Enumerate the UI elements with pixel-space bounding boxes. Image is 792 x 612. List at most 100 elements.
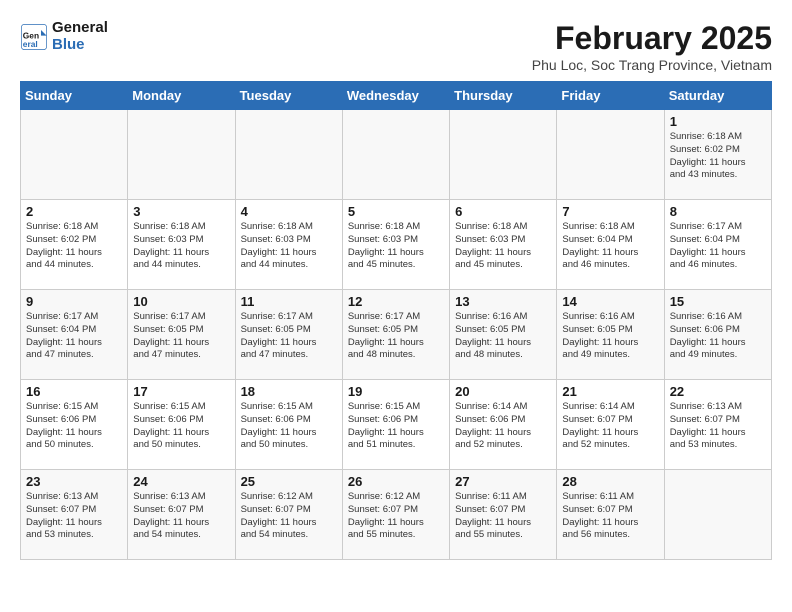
day-info: Sunrise: 6:13 AM Sunset: 6:07 PM Dayligh…	[670, 401, 766, 452]
day-number: 15	[670, 294, 766, 309]
logo: Gen eral General Blue	[20, 20, 108, 53]
day-number: 25	[241, 474, 337, 489]
day-number: 26	[348, 474, 444, 489]
calendar-day-cell: 13Sunrise: 6:16 AM Sunset: 6:05 PM Dayli…	[450, 290, 557, 380]
day-number: 9	[26, 294, 122, 309]
logo-icon: Gen eral	[20, 23, 48, 51]
day-number: 20	[455, 384, 551, 399]
day-info: Sunrise: 6:18 AM Sunset: 6:02 PM Dayligh…	[26, 221, 122, 272]
day-info: Sunrise: 6:16 AM Sunset: 6:06 PM Dayligh…	[670, 311, 766, 362]
weekday-header: Saturday	[664, 82, 771, 110]
calendar-day-cell: 19 Sunrise: 6:15 AM Sunset: 6:06 PM Dayli…	[342, 380, 449, 470]
day-number: 14	[562, 294, 658, 309]
calendar-week-row: 23 Sunrise: 6:13 AM Sunset: 6:07 PM Dayli…	[21, 470, 772, 560]
day-info: Sunrise: 6:15 AM Sunset: 6:06 PM Dayligh…	[348, 401, 444, 452]
day-info: Sunrise: 6:17 AM Sunset: 6:05 PM Dayligh…	[348, 311, 444, 362]
day-number: 2	[26, 204, 122, 219]
weekday-header: Thursday	[450, 82, 557, 110]
day-info: Sunrise: 6:17 AM Sunset: 6:04 PM Dayligh…	[670, 221, 766, 272]
calendar-day-cell: 18 Sunrise: 6:15 AM Sunset: 6:06 PM Dayli…	[235, 380, 342, 470]
day-info: Sunrise: 6:11 AM Sunset: 6:07 PM Dayligh…	[562, 491, 658, 542]
calendar-day-cell: 5Sunrise: 6:18 AM Sunset: 6:03 PM Daylig…	[342, 200, 449, 290]
month-title: February 2025	[532, 20, 772, 57]
calendar-day-cell: 3 Sunrise: 6:18 AM Sunset: 6:03 PM Daylig…	[128, 200, 235, 290]
weekday-header: Wednesday	[342, 82, 449, 110]
calendar-day-cell: 20 Sunrise: 6:14 AM Sunset: 6:06 PM Dayli…	[450, 380, 557, 470]
day-info: Sunrise: 6:15 AM Sunset: 6:06 PM Dayligh…	[133, 401, 229, 452]
calendar-day-cell: 7Sunrise: 6:18 AM Sunset: 6:04 PM Daylig…	[557, 200, 664, 290]
day-number: 18	[241, 384, 337, 399]
title-block: February 2025 Phu Loc, Soc Trang Provinc…	[532, 20, 772, 73]
calendar: SundayMondayTuesdayWednesdayThursdayFrid…	[20, 81, 772, 560]
day-info: Sunrise: 6:13 AM Sunset: 6:07 PM Dayligh…	[133, 491, 229, 542]
day-number: 11	[241, 294, 337, 309]
calendar-day-cell: 28 Sunrise: 6:11 AM Sunset: 6:07 PM Dayli…	[557, 470, 664, 560]
day-info: Sunrise: 6:18 AM Sunset: 6:04 PM Dayligh…	[562, 221, 658, 272]
calendar-day-cell	[235, 110, 342, 200]
calendar-day-cell: 24 Sunrise: 6:13 AM Sunset: 6:07 PM Dayli…	[128, 470, 235, 560]
day-info: Sunrise: 6:14 AM Sunset: 6:07 PM Dayligh…	[562, 401, 658, 452]
calendar-day-cell: 2 Sunrise: 6:18 AM Sunset: 6:02 PM Daylig…	[21, 200, 128, 290]
day-number: 1	[670, 114, 766, 129]
calendar-week-row: 16 Sunrise: 6:15 AM Sunset: 6:06 PM Dayli…	[21, 380, 772, 470]
logo-line2: Blue	[52, 37, 108, 54]
day-number: 27	[455, 474, 551, 489]
day-number: 19	[348, 384, 444, 399]
day-number: 4	[241, 204, 337, 219]
calendar-day-cell: 9 Sunrise: 6:17 AM Sunset: 6:04 PM Daylig…	[21, 290, 128, 380]
day-info: Sunrise: 6:18 AM Sunset: 6:02 PM Dayligh…	[670, 131, 766, 182]
calendar-day-cell	[128, 110, 235, 200]
day-info: Sunrise: 6:11 AM Sunset: 6:07 PM Dayligh…	[455, 491, 551, 542]
weekday-header: Sunday	[21, 82, 128, 110]
calendar-day-cell: 1 Sunrise: 6:18 AM Sunset: 6:02 PM Daylig…	[664, 110, 771, 200]
weekday-header: Tuesday	[235, 82, 342, 110]
calendar-day-cell: 11 Sunrise: 6:17 AM Sunset: 6:05 PM Dayli…	[235, 290, 342, 380]
calendar-day-cell: 12 Sunrise: 6:17 AM Sunset: 6:05 PM Dayli…	[342, 290, 449, 380]
day-number: 21	[562, 384, 658, 399]
calendar-day-cell: 14 Sunrise: 6:16 AM Sunset: 6:05 PM Dayli…	[557, 290, 664, 380]
calendar-week-row: 9 Sunrise: 6:17 AM Sunset: 6:04 PM Daylig…	[21, 290, 772, 380]
day-info: Sunrise: 6:15 AM Sunset: 6:06 PM Dayligh…	[26, 401, 122, 452]
calendar-day-cell: 21 Sunrise: 6:14 AM Sunset: 6:07 PM Dayli…	[557, 380, 664, 470]
calendar-day-cell	[557, 110, 664, 200]
weekday-header: Friday	[557, 82, 664, 110]
calendar-day-cell: 8 Sunrise: 6:17 AM Sunset: 6:04 PM Daylig…	[664, 200, 771, 290]
day-number: 24	[133, 474, 229, 489]
calendar-day-cell: 4 Sunrise: 6:18 AM Sunset: 6:03 PM Daylig…	[235, 200, 342, 290]
day-info: Sunrise: 6:14 AM Sunset: 6:06 PM Dayligh…	[455, 401, 551, 452]
day-number: 8	[670, 204, 766, 219]
day-number: 23	[26, 474, 122, 489]
day-info: Sunrise: 6:17 AM Sunset: 6:04 PM Dayligh…	[26, 311, 122, 362]
day-info: Sunrise: 6:13 AM Sunset: 6:07 PM Dayligh…	[26, 491, 122, 542]
svg-text:eral: eral	[23, 38, 38, 48]
day-number: 16	[26, 384, 122, 399]
day-info: Sunrise: 6:17 AM Sunset: 6:05 PM Dayligh…	[133, 311, 229, 362]
calendar-day-cell: 6Sunrise: 6:18 AM Sunset: 6:03 PM Daylig…	[450, 200, 557, 290]
day-number: 10	[133, 294, 229, 309]
calendar-day-cell	[342, 110, 449, 200]
calendar-week-row: 2 Sunrise: 6:18 AM Sunset: 6:02 PM Daylig…	[21, 200, 772, 290]
page-header: Gen eral General Blue February 2025 Phu …	[20, 20, 772, 73]
day-number: 5	[348, 204, 444, 219]
day-info: Sunrise: 6:15 AM Sunset: 6:06 PM Dayligh…	[241, 401, 337, 452]
day-info: Sunrise: 6:18 AM Sunset: 6:03 PM Dayligh…	[241, 221, 337, 272]
calendar-day-cell: 15 Sunrise: 6:16 AM Sunset: 6:06 PM Dayli…	[664, 290, 771, 380]
day-info: Sunrise: 6:18 AM Sunset: 6:03 PM Dayligh…	[133, 221, 229, 272]
calendar-day-cell: 16 Sunrise: 6:15 AM Sunset: 6:06 PM Dayli…	[21, 380, 128, 470]
calendar-day-cell	[450, 110, 557, 200]
calendar-day-cell: 17 Sunrise: 6:15 AM Sunset: 6:06 PM Dayli…	[128, 380, 235, 470]
day-number: 28	[562, 474, 658, 489]
day-number: 22	[670, 384, 766, 399]
day-number: 12	[348, 294, 444, 309]
calendar-day-cell: 27 Sunrise: 6:11 AM Sunset: 6:07 PM Dayli…	[450, 470, 557, 560]
day-number: 3	[133, 204, 229, 219]
day-number: 6	[455, 204, 551, 219]
calendar-day-cell: 25Sunrise: 6:12 AM Sunset: 6:07 PM Dayli…	[235, 470, 342, 560]
logo-line1: General	[52, 20, 108, 37]
weekday-header: Monday	[128, 82, 235, 110]
calendar-day-cell: 26Sunrise: 6:12 AM Sunset: 6:07 PM Dayli…	[342, 470, 449, 560]
calendar-day-cell	[21, 110, 128, 200]
day-info: Sunrise: 6:16 AM Sunset: 6:05 PM Dayligh…	[562, 311, 658, 362]
day-info: Sunrise: 6:17 AM Sunset: 6:05 PM Dayligh…	[241, 311, 337, 362]
day-number: 17	[133, 384, 229, 399]
